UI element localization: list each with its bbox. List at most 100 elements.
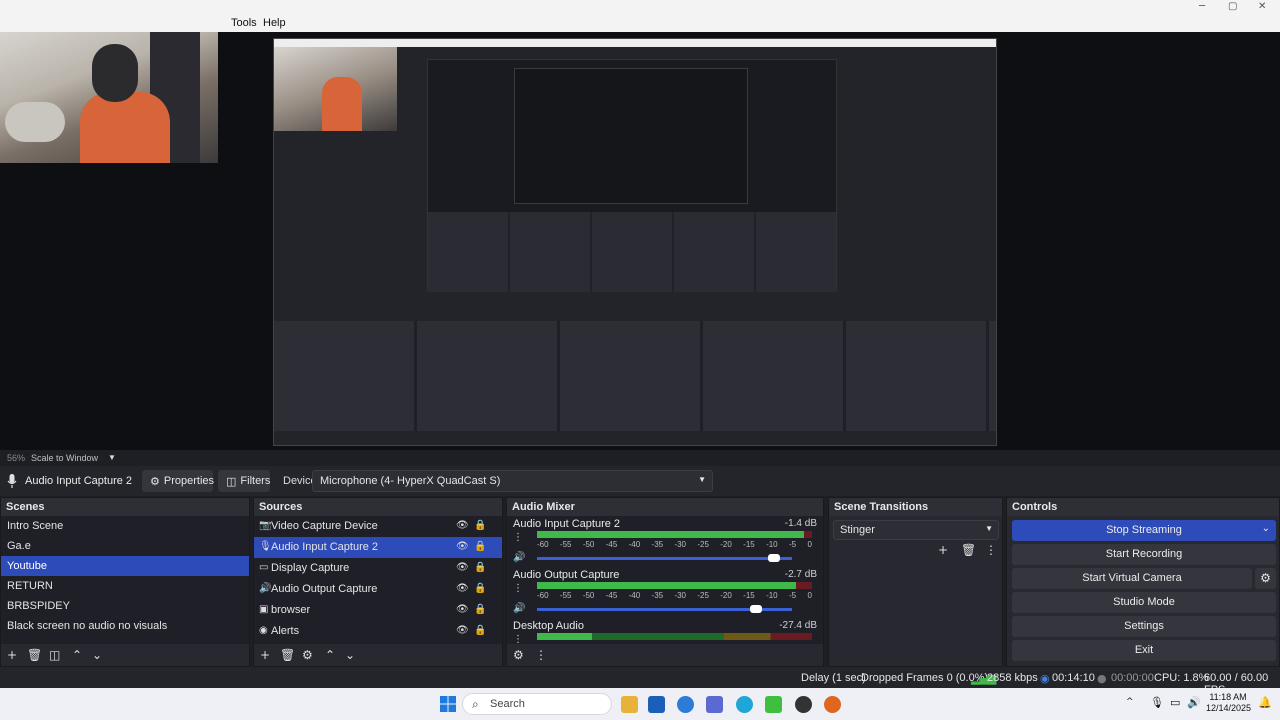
notification-bell-icon[interactable]: 🔔 (1258, 696, 1272, 709)
controls-body: Stop Streaming ⌄ Start Recording Start V… (1007, 516, 1279, 666)
menu-bar: Tools Help (0, 15, 1280, 32)
menu-dots-icon[interactable]: ⋮ (513, 532, 523, 543)
source-item[interactable]: 🔊 Audio Output Capture 👁 🔒 (254, 579, 502, 600)
menu-dots-icon[interactable]: ⋮ (513, 634, 523, 644)
app-icon[interactable] (765, 696, 782, 713)
maximize-icon[interactable]: ▢ (1228, 1, 1237, 12)
add-icon[interactable]: + (938, 543, 948, 557)
properties-button[interactable]: ⚙ Properties (142, 470, 214, 492)
gear-icon[interactable]: ⚙ (302, 648, 313, 662)
sources-title: Sources (254, 498, 502, 516)
filter-icon[interactable]: ◫ (49, 648, 60, 662)
menu-dots-icon[interactable]: ⋮ (985, 543, 997, 557)
scene-item[interactable]: Black screen no audio no visuals (1, 616, 249, 636)
minimize-icon[interactable]: ─ (1199, 1, 1205, 12)
settings-button[interactable]: Settings (1012, 616, 1276, 637)
lock-icon[interactable]: 🔒 (474, 541, 486, 552)
chevron-down-icon[interactable]: ⌄ (345, 648, 355, 662)
edge-icon[interactable] (736, 696, 753, 713)
eye-icon[interactable]: 👁 (456, 520, 469, 531)
source-label: Audio Input Capture 2 (271, 541, 379, 553)
stream-preview[interactable] (0, 32, 1280, 450)
sources-toolbar: + 🗑 ⚙ ⌃ ⌄ (254, 644, 502, 666)
source-item-selected[interactable]: 🎙 Audio Input Capture 2 👁 🔒 (254, 537, 502, 558)
stop-streaming-button[interactable]: Stop Streaming ⌄ (1012, 520, 1276, 541)
start-recording-button[interactable]: Start Recording (1012, 544, 1276, 565)
windows-start-icon[interactable] (440, 696, 456, 712)
scale-mode[interactable]: Scale to Window (31, 453, 98, 463)
exit-button[interactable]: Exit (1012, 640, 1276, 661)
transition-select[interactable]: Stinger ▼ (833, 520, 999, 540)
menu-dots-icon[interactable]: ⋮ (513, 583, 523, 594)
volume-knob[interactable] (750, 605, 763, 613)
menu-tools[interactable]: Tools (231, 17, 257, 29)
filters-button[interactable]: ◫ Filters (218, 470, 270, 492)
trash-icon[interactable]: 🗑 (961, 543, 976, 557)
eye-icon[interactable]: 👁 (456, 541, 469, 552)
microphone-icon[interactable]: 🎙 (1150, 696, 1164, 709)
meter-tick-label: -45 (605, 540, 618, 549)
preview-scale-bar: 56% Scale to Window ▼ (0, 450, 1280, 466)
virtual-camera-settings-button[interactable]: ⚙ (1255, 568, 1276, 589)
lock-icon[interactable]: 🔒 (474, 625, 486, 636)
eye-icon[interactable]: 👁 (456, 562, 469, 573)
eye-icon[interactable]: 👁 (456, 625, 469, 636)
lock-icon[interactable]: 🔒 (474, 583, 486, 594)
app-icon[interactable] (706, 696, 723, 713)
gear-icon[interactable]: ⚙ (513, 648, 524, 662)
eye-icon[interactable]: 👁 (456, 583, 469, 594)
speaker-icon[interactable]: 🔊 (513, 603, 525, 614)
device-select[interactable]: Microphone (4- HyperX QuadCast S) ▼ (312, 470, 713, 492)
app-icon[interactable] (824, 696, 841, 713)
menu-help[interactable]: Help (263, 17, 286, 29)
chevron-up-icon[interactable]: ^ (1126, 697, 1134, 707)
speaker-icon[interactable]: 🔊 (513, 552, 525, 563)
chevron-down-icon[interactable]: ⌄ (92, 648, 102, 662)
studio-mode-button[interactable]: Studio Mode (1012, 592, 1276, 613)
source-item[interactable]: 📷 Video Capture Device 👁 🔒 (254, 516, 502, 537)
scene-item-selected[interactable]: Youtube (1, 556, 249, 576)
filter-icon: ◫ (226, 474, 237, 488)
outlook-icon[interactable] (677, 696, 694, 713)
chevron-down-icon[interactable]: ▼ (108, 453, 116, 462)
source-item[interactable]: ▣ browser 👁 🔒 (254, 600, 502, 621)
menu-dots-icon[interactable]: ⋮ (535, 648, 547, 662)
scene-item[interactable]: RETURN (1, 576, 249, 596)
scene-item[interactable]: BRBSPIDEY (1, 596, 249, 616)
scenes-title: Scenes (1, 498, 249, 516)
level-meter (537, 531, 812, 538)
store-icon[interactable] (648, 696, 665, 713)
volume-knob[interactable] (768, 554, 781, 562)
add-icon[interactable]: + (260, 648, 270, 662)
meter-tick-label: -25 (697, 591, 709, 600)
record-time: 00:00:00 (1111, 672, 1154, 684)
scene-item[interactable]: Intro Scene (1, 516, 249, 536)
chevron-up-icon[interactable]: ⌃ (72, 648, 82, 662)
source-item[interactable]: ◉ Alerts 👁 🔒 (254, 621, 502, 642)
lock-icon[interactable]: 🔒 (474, 604, 486, 615)
volume-slider[interactable] (537, 557, 792, 560)
eye-icon[interactable]: 👁 (456, 604, 469, 615)
add-icon[interactable]: + (7, 648, 17, 662)
close-icon[interactable]: ✕ (1258, 1, 1266, 12)
chevron-up-icon[interactable]: ⌃ (325, 648, 335, 662)
source-label: Video Capture Device (271, 520, 378, 532)
chevron-down-icon[interactable]: ⌄ (1262, 523, 1270, 534)
trash-icon[interactable]: 🗑 (27, 648, 42, 662)
scene-transitions-title: Scene Transitions (829, 498, 1002, 516)
taskbar-search[interactable]: ⌕ Search (462, 693, 612, 715)
start-virtual-camera-button[interactable]: Start Virtual Camera (1012, 568, 1252, 589)
system-clock[interactable]: 11:18 AM 12/14/2025 (1206, 692, 1251, 714)
trash-icon[interactable]: 🗑 (280, 648, 295, 662)
file-explorer-icon[interactable] (621, 696, 638, 713)
source-toolbar: Audio Input Capture 2 ⚙ Properties ◫ Fil… (0, 466, 1280, 496)
volume-icon[interactable]: 🔊 (1187, 696, 1201, 709)
source-item[interactable]: ▭ Display Capture 👁 🔒 (254, 558, 502, 579)
lock-icon[interactable]: 🔒 (474, 562, 486, 573)
scenes-toolbar: + 🗑 ◫ ⌃ ⌄ (1, 644, 249, 666)
lock-icon[interactable]: 🔒 (474, 520, 486, 531)
meter-tick-label: -60 (537, 591, 549, 600)
obs-icon[interactable] (795, 696, 812, 713)
network-icon[interactable]: ▭ (1170, 696, 1180, 709)
scene-item[interactable]: Ga.e (1, 536, 249, 556)
